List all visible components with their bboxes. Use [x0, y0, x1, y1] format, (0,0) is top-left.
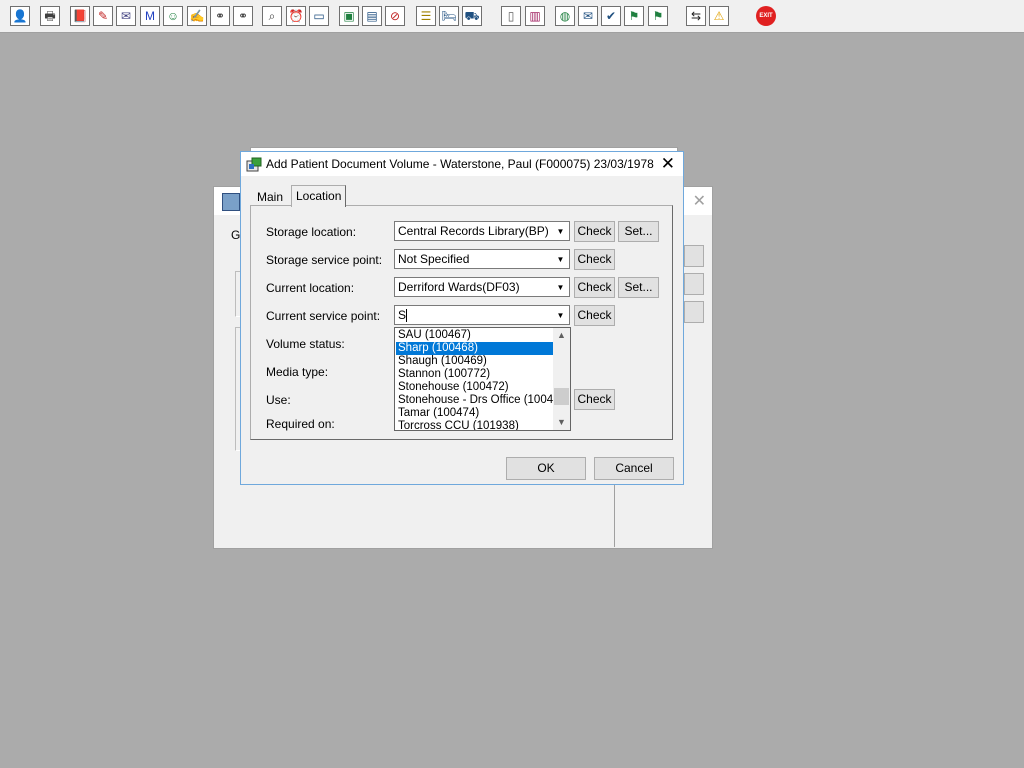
swap-arrows-icon[interactable]: ⇆ — [686, 6, 706, 26]
edit-icon[interactable]: ✎ — [93, 6, 113, 26]
main-toolbar: 👤 🖶 📕 ✎ ✉ M ☺ ✍ ⚭ ⚭ ⌕ ⏰ ▭ ▣ ▤ ⊘ ☰ 🛏 ⛟ ▯ ▥ ◍ ✉ ✔ ⚑ ⚑ ⇆ ⚠ EXIT — [0, 0, 1024, 33]
binoculars-2-icon[interactable]: ⚭ — [233, 6, 253, 26]
scroll-up-icon[interactable]: ▲ — [553, 328, 570, 343]
dropdown-option[interactable]: Stannon (100772) — [396, 368, 556, 381]
dropdown-option[interactable]: Sharp (100468) — [396, 342, 556, 355]
list-icon[interactable]: ☰ — [416, 6, 436, 26]
chevron-down-icon[interactable]: ▼ — [552, 278, 569, 296]
service-point-dropdown-list[interactable]: SAU (100467) Sharp (100468) Shaugh (100469… — [394, 327, 571, 431]
tab-location[interactable]: Location — [291, 185, 347, 207]
cancel-button[interactable]: Cancel — [594, 457, 674, 480]
dialog-titlebar: Add Patient Document Volume - Waterstone… — [241, 152, 683, 176]
person-icon[interactable]: 👤 — [10, 6, 30, 26]
storage-service-point-select[interactable]: Not Specified ▼ — [394, 249, 570, 269]
binoculars-icon[interactable]: ⚭ — [210, 6, 230, 26]
set-current-location-button[interactable]: Set... — [618, 277, 659, 298]
chevron-down-icon[interactable]: ▼ — [552, 222, 569, 240]
scroll-down-icon[interactable]: ▼ — [553, 415, 570, 430]
note-icon[interactable]: ✍ — [187, 6, 207, 26]
book-icon[interactable]: 📕 — [70, 6, 90, 26]
background-button-1[interactable] — [684, 245, 704, 267]
current-service-point-combobox[interactable]: S ▼ — [394, 305, 570, 325]
current-service-point-input[interactable]: S — [398, 308, 406, 322]
check-use-button[interactable]: Check — [574, 389, 615, 410]
background-window-icon — [222, 193, 240, 211]
required-on-label: Required on: — [266, 417, 335, 431]
warning-icon[interactable]: ⚠ — [709, 6, 729, 26]
dialog-title: Add Patient Document Volume - Waterstone… — [266, 157, 654, 171]
bar-chart-icon[interactable]: ▥ — [525, 6, 545, 26]
flag-icon[interactable]: ⚑ — [624, 6, 644, 26]
current-location-value: Derriford Wards(DF03) — [398, 280, 520, 294]
mail-icon[interactable]: ✉ — [116, 6, 136, 26]
current-location-label: Current location: — [266, 281, 355, 295]
set-storage-location-button[interactable]: Set... — [618, 221, 659, 242]
ok-button[interactable]: OK — [506, 457, 586, 480]
check-current-location-button[interactable]: Check — [574, 277, 615, 298]
dropdown-option[interactable]: Tamar (100474) — [396, 407, 556, 420]
dialog-app-icon — [246, 157, 262, 172]
dropdown-option[interactable]: SAU (100467) — [396, 329, 556, 342]
monitor-icon[interactable]: ▭ — [309, 6, 329, 26]
check-storage-service-point-button[interactable]: Check — [574, 249, 615, 270]
checkmark-icon[interactable]: ✔ — [601, 6, 621, 26]
storage-location-select[interactable]: Central Records Library(BP) ▼ — [394, 221, 570, 241]
dropdown-option[interactable]: Torcross CCU (101938) — [396, 420, 556, 430]
scrollbar-thumb[interactable] — [554, 388, 569, 405]
dropdown-scrollbar[interactable]: ▲ ▼ — [553, 328, 570, 430]
document-icon[interactable]: ▯ — [501, 6, 521, 26]
globe-icon[interactable]: ◍ — [555, 6, 575, 26]
check-current-service-point-button[interactable]: Check — [574, 305, 615, 326]
dropdown-option[interactable]: Shaugh (100469) — [396, 355, 556, 368]
storage-service-point-label: Storage service point: — [266, 253, 383, 267]
m-letter-icon[interactable]: M — [140, 6, 160, 26]
dropdown-option[interactable]: Stonehouse (100472) — [396, 381, 556, 394]
no-entry-icon[interactable]: ⊘ — [385, 6, 405, 26]
text-cursor — [406, 309, 407, 322]
chevron-down-icon[interactable]: ▼ — [552, 306, 569, 324]
form-icon[interactable]: ▤ — [362, 6, 382, 26]
ambulance-icon[interactable]: ⛟ — [462, 6, 482, 26]
user-icon[interactable]: ☺ — [163, 6, 183, 26]
media-type-label: Media type: — [266, 365, 329, 379]
chevron-down-icon[interactable]: ▼ — [552, 250, 569, 268]
search-icon[interactable]: ⌕ — [262, 6, 282, 26]
background-window-close-icon[interactable]: ✕ — [693, 191, 706, 211]
bed-icon[interactable]: 🛏 — [439, 6, 459, 26]
background-divider — [614, 487, 615, 547]
storage-location-label: Storage location: — [266, 225, 357, 239]
image-icon[interactable]: ▣ — [339, 6, 359, 26]
chat-icon[interactable]: ✉ — [578, 6, 598, 26]
volume-status-label: Volume status: — [266, 337, 345, 351]
close-icon[interactable]: ✕ — [661, 155, 675, 172]
current-location-select[interactable]: Derriford Wards(DF03) ▼ — [394, 277, 570, 297]
background-button-3[interactable] — [684, 301, 704, 323]
exit-icon[interactable]: EXIT — [756, 6, 776, 26]
clock-icon[interactable]: ⏰ — [286, 6, 306, 26]
flag-2-icon[interactable]: ⚑ — [648, 6, 668, 26]
current-service-point-label: Current service point: — [266, 309, 381, 323]
storage-service-point-value: Not Specified — [398, 252, 470, 266]
dropdown-option[interactable]: Stonehouse - Drs Office (100473 — [396, 394, 556, 407]
check-storage-location-button[interactable]: Check — [574, 221, 615, 242]
use-label: Use: — [266, 393, 291, 407]
printer-icon[interactable]: 🖶 — [40, 6, 60, 26]
storage-location-value: Central Records Library(BP) — [398, 224, 549, 238]
background-button-2[interactable] — [684, 273, 704, 295]
tab-main[interactable]: Main — [253, 188, 288, 206]
